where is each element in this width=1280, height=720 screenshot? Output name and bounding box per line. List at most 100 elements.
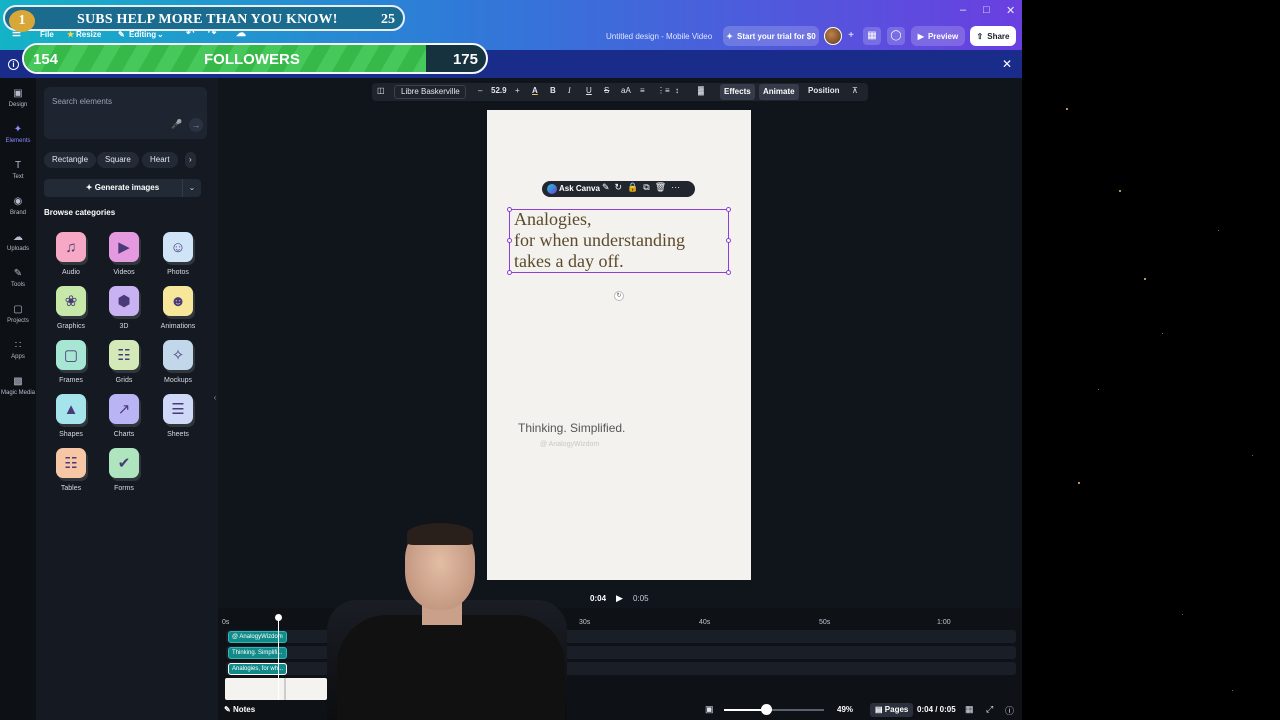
category-forms[interactable]: ✔ Forms	[101, 448, 147, 492]
notes-icon: ✎	[224, 705, 231, 714]
underline-icon[interactable]: U	[586, 86, 592, 95]
preview-button[interactable]: ▶ Preview	[911, 26, 965, 46]
resize-handle[interactable]	[507, 207, 512, 212]
info-icon[interactable]: i	[8, 59, 19, 70]
add-collaborator-icon[interactable]: +	[842, 27, 860, 45]
microphone-icon[interactable]: 🎤	[171, 119, 183, 131]
category-photos[interactable]: ☺ Photos	[155, 232, 201, 276]
smiley-icon: ☻	[163, 286, 193, 316]
font-size-increase-icon[interactable]: +	[515, 86, 520, 95]
search-elements-box[interactable]: Search elements 🎤 →	[44, 87, 207, 139]
submit-arrow-icon[interactable]: →	[189, 118, 203, 132]
transparency-icon[interactable]: ▓	[698, 86, 704, 95]
quick-actions-icons[interactable]: ✎↻🔒⧉🗑⋯	[602, 182, 685, 193]
position-button[interactable]: Position	[808, 86, 840, 95]
paint-roller-icon[interactable]: ⊼	[852, 86, 858, 95]
list-icon[interactable]: ⋮≡	[657, 86, 670, 95]
italic-icon[interactable]: I	[568, 86, 571, 95]
align-left-icon[interactable]: ≡	[640, 86, 645, 95]
category-mockups[interactable]: ✧ Mockups	[155, 340, 201, 384]
resize-handle[interactable]	[726, 270, 731, 275]
editing-menu[interactable]: Editing	[129, 30, 156, 39]
timeline-tick: 50s	[819, 619, 831, 626]
zoom-level[interactable]: 49%	[837, 705, 853, 714]
window-close-icon[interactable]: ✕	[1006, 4, 1015, 17]
rail-item-elements[interactable]: ✦ Elements	[0, 124, 36, 144]
rail-item-magic-media[interactable]: ▩ Magic Media	[0, 376, 36, 396]
resize-handle[interactable]	[507, 270, 512, 275]
start-trial-button[interactable]: ✦ Start your trial for $0	[723, 26, 819, 46]
headline-text[interactable]: Analogies, for when understanding takes …	[514, 209, 685, 272]
category-label: Videos	[113, 269, 135, 276]
grid-view-icon[interactable]: ▦	[965, 704, 974, 715]
rail-item-brand[interactable]: ◉ Brand	[0, 196, 36, 216]
animate-button[interactable]: Animate	[759, 84, 799, 100]
pages-button[interactable]: ▤ Pages	[870, 703, 914, 717]
category-frames[interactable]: ▢ Frames	[48, 340, 94, 384]
bold-icon[interactable]: B	[550, 86, 556, 95]
sunflower-icon: ❀	[56, 286, 86, 316]
timer-icon[interactable]: ▣	[705, 704, 714, 715]
play-icon[interactable]: ▶	[616, 593, 623, 604]
font-size-decrease-icon[interactable]: –	[478, 86, 482, 95]
document-title[interactable]: Untitled design - Mobile Video	[606, 32, 712, 41]
category-grids[interactable]: ☷ Grids	[101, 340, 147, 384]
file-menu[interactable]: File	[40, 30, 54, 39]
category-graphics[interactable]: ❀ Graphics	[48, 286, 94, 330]
ask-canva-button[interactable]: Ask Canva	[559, 184, 600, 193]
resize-menu[interactable]: Resize	[76, 30, 101, 39]
video-track-thumbnail[interactable]	[225, 678, 327, 700]
zoom-slider-knob[interactable]	[761, 704, 772, 715]
minimize-icon[interactable]: –	[960, 4, 966, 16]
rail-item-uploads[interactable]: ☁ Uploads	[0, 232, 36, 252]
maximize-icon[interactable]: □	[983, 4, 990, 16]
generate-images-button[interactable]: ✦ Generate images	[44, 179, 201, 197]
search-input[interactable]: Search elements	[52, 97, 112, 106]
playhead[interactable]	[278, 615, 279, 700]
category-shapes[interactable]: ▲ Shapes	[48, 394, 94, 438]
rotate-handle-icon[interactable]: ↻	[614, 291, 624, 301]
resize-handle[interactable]	[507, 238, 512, 243]
chip-rectangle[interactable]: Rectangle	[44, 152, 97, 168]
help-icon[interactable]: ⓘ	[1005, 704, 1014, 717]
layout-toggle-icon[interactable]: ◫	[377, 86, 385, 95]
rail-item-apps[interactable]: ∷ Apps	[0, 340, 36, 360]
text-color-icon[interactable]: A	[532, 86, 538, 95]
rail-item-tools[interactable]: ✎ Tools	[0, 268, 36, 288]
category-3d[interactable]: ⬢ 3D	[101, 286, 147, 330]
comment-icon[interactable]: ◯	[887, 27, 905, 45]
effects-button[interactable]: Effects	[720, 84, 755, 100]
share-button[interactable]: ⇧ Share	[970, 26, 1016, 46]
category-animations[interactable]: ☻ Animations	[155, 286, 201, 330]
close-icon[interactable]: ✕	[1002, 57, 1012, 71]
category-tables[interactable]: ☷ Tables	[48, 448, 94, 492]
rail-item-design[interactable]: ▣ Design	[0, 88, 36, 108]
pages-icon: ▤	[875, 705, 883, 714]
star	[1218, 230, 1219, 231]
chip-heart[interactable]: Heart	[142, 152, 178, 168]
analytics-icon[interactable]: ▦	[863, 27, 881, 45]
category-audio[interactable]: ♫ Audio	[48, 232, 94, 276]
handle-text[interactable]: @ AnalogyWizdom	[540, 441, 599, 448]
rail-item-projects[interactable]: ▢ Projects	[0, 304, 36, 324]
category-charts[interactable]: ↗ Charts	[101, 394, 147, 438]
spacing-icon[interactable]: ↕	[675, 86, 679, 95]
letter-case-icon[interactable]: aA	[621, 86, 631, 95]
strikethrough-icon[interactable]: S	[604, 86, 609, 95]
resize-handle[interactable]	[726, 207, 731, 212]
category-label: Charts	[113, 431, 135, 438]
category-sheets[interactable]: ☰ Sheets	[155, 394, 201, 438]
font-family-dropdown[interactable]: Libre Baskerville	[394, 85, 466, 99]
rail-item-text[interactable]: T Text	[0, 160, 36, 180]
tagline-text[interactable]: Thinking. Simplified.	[518, 421, 625, 435]
fullscreen-icon[interactable]: ⤢	[986, 704, 993, 715]
chip-square[interactable]: Square	[97, 152, 139, 168]
chips-next-icon[interactable]: ›	[185, 152, 196, 168]
notes-button[interactable]: ✎ Notes	[224, 705, 255, 714]
avatar[interactable]	[824, 27, 842, 45]
font-size-input[interactable]: 52.9	[491, 86, 507, 95]
crown-icon: ★	[67, 30, 75, 39]
category-videos[interactable]: ▶ Videos	[101, 232, 147, 276]
generate-dropdown-chevron-icon[interactable]: ⌄	[182, 179, 201, 197]
resize-handle[interactable]	[726, 238, 731, 243]
